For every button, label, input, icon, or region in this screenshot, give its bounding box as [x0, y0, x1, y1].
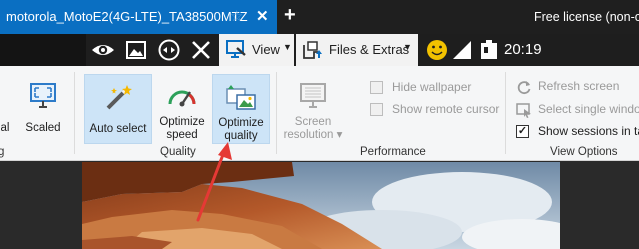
- remote-session-window: motorola_MotoE2(4G-LTE)_TA38500MTZ ☆ ✕ +…: [0, 0, 639, 249]
- scaled-button[interactable]: Scaled: [22, 74, 64, 144]
- signal-icon: [453, 41, 471, 59]
- screen-resolution-label-line1: Screen: [294, 116, 332, 128]
- view-menu-label: View: [252, 42, 280, 57]
- device-clock: 20:19: [504, 41, 542, 58]
- partial-group-label: g: [0, 146, 5, 158]
- checkbox-box: [370, 103, 383, 116]
- image-icon[interactable]: [124, 38, 148, 62]
- hide-wallpaper-label: Hide wallpaper: [392, 80, 472, 94]
- group-separator: [505, 72, 506, 154]
- ribbon-button-partial[interactable]: al: [0, 74, 14, 144]
- screen-resolution-icon: [300, 83, 326, 108]
- refresh-screen-label: Refresh screen: [538, 79, 620, 93]
- remote-target-icon[interactable]: [157, 38, 181, 62]
- checkbox-checked-icon: ✓: [516, 125, 529, 138]
- screen-resolution-button[interactable]: Screen resolution ▾: [282, 74, 344, 144]
- view-monitor-icon: [226, 40, 246, 58]
- session-tab-title: motorola_MotoE2(4G-LTE)_TA38500MTZ: [6, 9, 248, 24]
- license-label: Free license (non-co: [534, 10, 639, 24]
- files-icon: [303, 41, 322, 59]
- auto-select-button[interactable]: Auto select: [84, 74, 152, 144]
- session-toolbar: View ▼ Files & Extras ▼ 20:19: [0, 34, 639, 66]
- device-status-bar: 20:19: [418, 34, 639, 66]
- magic-wand-icon: [106, 85, 132, 110]
- partial-button-label: al: [0, 122, 10, 134]
- tab-close-icon[interactable]: ✕: [256, 7, 269, 25]
- chevron-down-icon: ▼: [283, 42, 292, 52]
- select-single-window-label: Select single windo: [538, 102, 639, 116]
- group-separator: [276, 72, 277, 154]
- auto-select-label: Auto select: [89, 123, 147, 135]
- eye-icon[interactable]: [91, 38, 115, 62]
- optimize-quality-button[interactable]: Optimize quality: [212, 74, 270, 144]
- group-separator: [74, 72, 75, 154]
- view-options-group-label: View Options: [550, 146, 618, 158]
- wallpaper-image: [82, 162, 560, 249]
- screen-resolution-label-line2: resolution ▾: [283, 129, 343, 141]
- close-icon[interactable]: [189, 38, 213, 62]
- title-bar: motorola_MotoE2(4G-LTE)_TA38500MTZ ☆ ✕ +…: [0, 0, 639, 34]
- remote-screen-area[interactable]: [0, 162, 639, 249]
- speedometer-icon: [168, 90, 196, 107]
- annotation-arrow-icon: [196, 142, 232, 222]
- refresh-icon: [517, 81, 531, 95]
- scaled-monitor-icon: [30, 83, 56, 108]
- optimize-quality-label-line1: Optimize: [218, 117, 264, 129]
- show-remote-cursor-label: Show remote cursor: [392, 102, 500, 116]
- chevron-down-icon: ▼: [403, 42, 412, 52]
- select-window-icon: [516, 103, 531, 118]
- scaled-label: Scaled: [25, 122, 61, 134]
- view-ribbon: al g Scaled Auto select Optimize speed O…: [0, 66, 639, 161]
- session-tab[interactable]: motorola_MotoE2(4G-LTE)_TA38500MTZ ☆ ✕: [0, 0, 277, 34]
- new-tab-button[interactable]: +: [284, 4, 296, 27]
- image-quality-icon: [226, 85, 256, 110]
- favorite-star-icon[interactable]: ☆: [230, 7, 243, 25]
- files-extras-menu-button[interactable]: Files & Extras ▼: [296, 34, 418, 66]
- optimize-speed-button[interactable]: Optimize speed: [154, 74, 210, 144]
- smiley-icon: [427, 40, 447, 60]
- files-extras-label: Files & Extras: [329, 42, 410, 57]
- toolbar-left-strip: [0, 34, 86, 66]
- show-sessions-label: Show sessions in ta: [538, 124, 639, 138]
- performance-group-label: Performance: [360, 146, 426, 158]
- view-menu-button[interactable]: View ▼: [219, 34, 294, 66]
- checkbox-box: [370, 81, 383, 94]
- optimize-speed-label-line1: Optimize: [159, 116, 205, 128]
- battery-icon: [481, 40, 497, 59]
